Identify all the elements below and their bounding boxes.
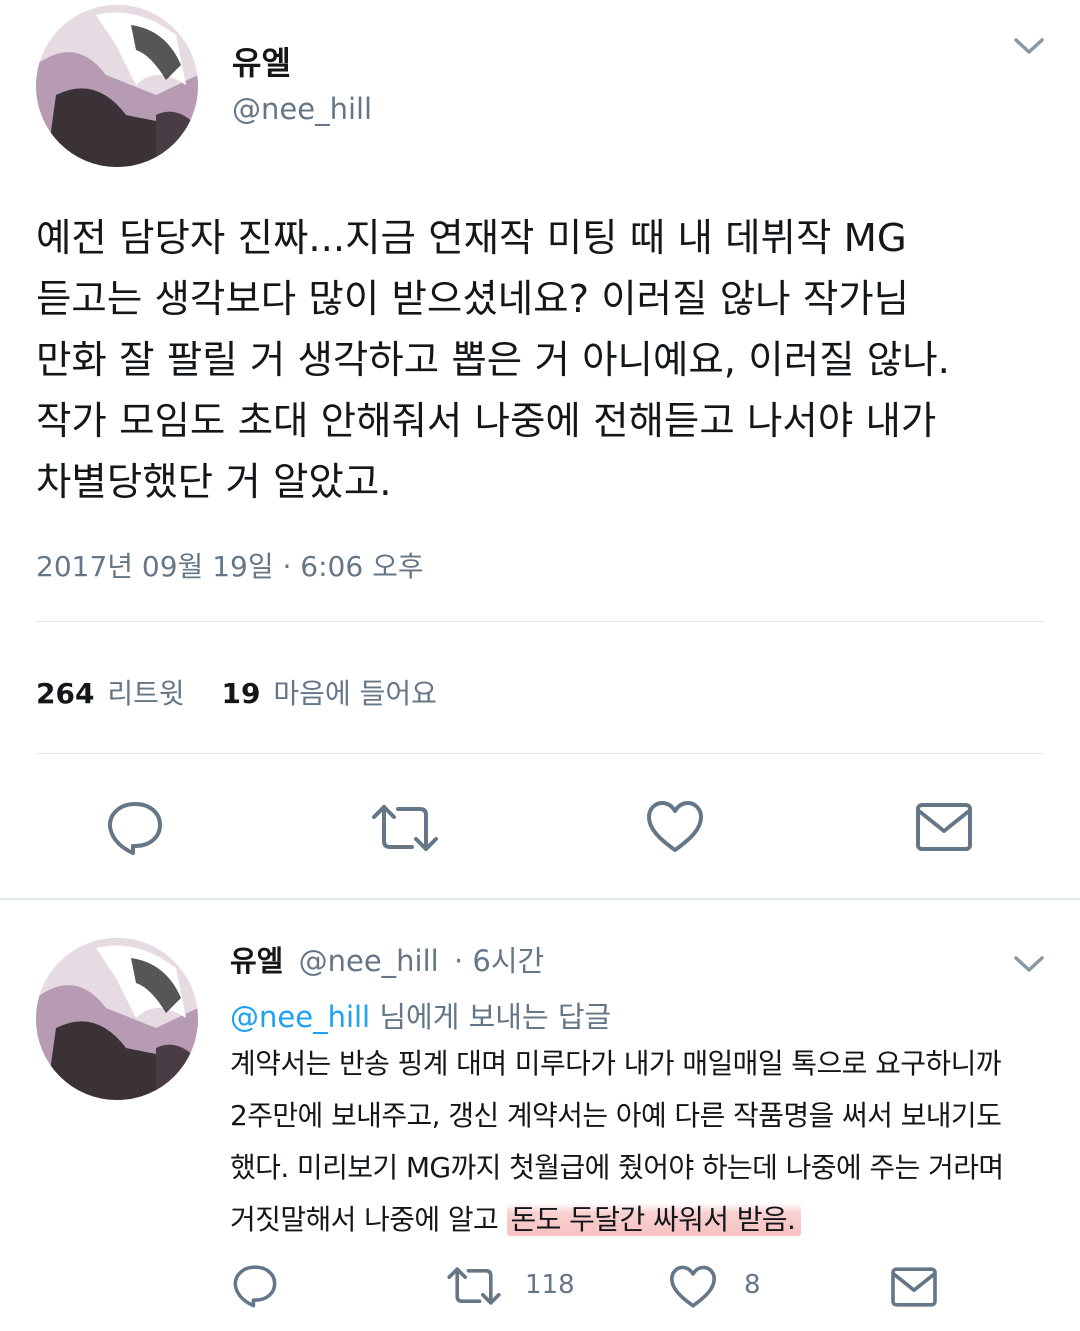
mail-icon[interactable] (915, 801, 973, 853)
reply-header: 유엘 @nee_hill · 6시간 (230, 938, 544, 980)
chevron-down-icon[interactable] (1013, 954, 1045, 974)
tweet-text-line: 차별당했단 거 알았고. (36, 460, 392, 505)
reply-to-suffix: 님에게 보내는 답글 (379, 1000, 612, 1034)
section-divider (0, 898, 1080, 900)
heart-icon[interactable] (646, 800, 704, 854)
tweet-text-line: 듣고는 생각보다 많이 받으셨네요? 이러질 않나 작가님 (36, 277, 910, 322)
author-display-name[interactable]: 유엘 (232, 38, 291, 84)
tweet-text-line: 만화 잘 팔릴 거 생각하고 뽑은 거 아니예요, 이러질 않나. (36, 338, 950, 383)
reply-like-count[interactable]: 8 (744, 1270, 761, 1300)
reply-context: @nee_hill 님에게 보내는 답글 (230, 994, 611, 1036)
retweet-icon[interactable] (446, 1266, 502, 1306)
reply-icon[interactable] (232, 1264, 278, 1308)
reply-handle[interactable]: @nee_hill (299, 944, 439, 978)
reply-avatar[interactable] (36, 938, 198, 1100)
avatar[interactable] (36, 5, 198, 167)
reply-icon[interactable] (106, 800, 164, 856)
reply-text-line: 했다. 미리보기 MG까지 첫월급에 줬어야 하는데 나중에 주는 거라며 (230, 1151, 1004, 1184)
retweet-icon[interactable] (370, 803, 440, 853)
reply-display-name[interactable]: 유엘 (230, 944, 283, 978)
reply-text: 계약서는 반송 핑계 대며 미루다가 내가 매일매일 톡으로 요구하니까 2주만… (230, 1038, 1004, 1246)
reply-text-line: 거짓말해서 나중에 알고 돈도 두달간 싸워서 받음. (230, 1194, 1004, 1246)
tweet-text-line: 작가 모임도 초대 안해줘서 나중에 전해듣고 나서야 내가 (36, 399, 937, 444)
tweet-text: 예전 담당자 진짜...지금 연재작 미팅 때 내 데뷔작 MG 듣고는 생각보… (36, 208, 950, 513)
tweet-stats: 264 리트윗 19 마음에 들어요 (36, 672, 437, 712)
retweet-label[interactable]: 리트윗 (107, 677, 184, 710)
highlighted-text: 돈도 두달간 싸워서 받음. (506, 1203, 802, 1236)
divider (36, 753, 1044, 754)
reply-to-handle[interactable]: @nee_hill (230, 1000, 370, 1034)
like-label[interactable]: 마음에 들어요 (273, 677, 436, 710)
divider (36, 621, 1044, 622)
chevron-down-icon[interactable] (1013, 36, 1045, 56)
reply-text-plain: 거짓말해서 나중에 알고 (230, 1203, 507, 1236)
retweet-count[interactable]: 264 (36, 677, 94, 710)
reply-text-line: 2주만에 보내주고, 갱신 계약서는 아예 다른 작품명을 써서 보내기도 (230, 1099, 1002, 1132)
author-handle[interactable]: @nee_hill (232, 92, 372, 126)
heart-icon[interactable] (669, 1265, 717, 1309)
tweet-timestamp[interactable]: 2017년 09월 19일 · 6:06 오후 (36, 545, 424, 585)
mail-icon[interactable] (890, 1266, 938, 1308)
reply-retweet-count[interactable]: 118 (525, 1270, 575, 1300)
reply-time[interactable]: · 6시간 (454, 944, 544, 978)
reply-text-line: 계약서는 반송 핑계 대며 미루다가 내가 매일매일 톡으로 요구하니까 (230, 1047, 1001, 1080)
like-count[interactable]: 19 (222, 677, 261, 710)
tweet-text-line: 예전 담당자 진짜...지금 연재작 미팅 때 내 데뷔작 MG (36, 216, 907, 261)
